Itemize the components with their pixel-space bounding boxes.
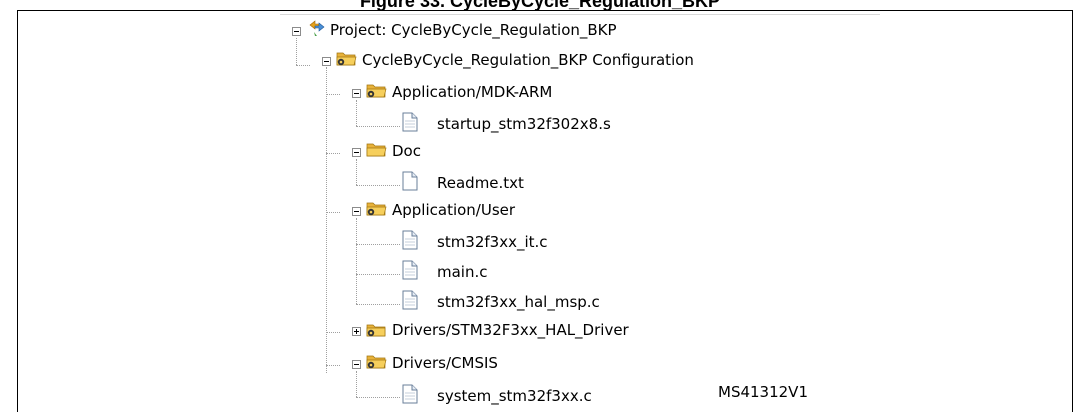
tree-node-configuration[interactable]: CycleByCycle_Regulation_BKP Configuratio… <box>362 47 694 73</box>
collapse-toggle[interactable] <box>322 57 331 66</box>
tree-line <box>356 126 400 127</box>
tree-node-startup-file[interactable]: startup_stm32f302x8.s <box>437 111 611 137</box>
tree-node-hal-msp-file[interactable]: stm32f3xx_hal_msp.c <box>437 289 600 315</box>
tree-line <box>356 244 400 245</box>
tree-line <box>356 159 357 185</box>
tree-node-label: stm32f3xx_hal_msp.c <box>437 293 600 311</box>
tree-node-it-file[interactable]: stm32f3xx_it.c <box>437 229 548 255</box>
tree-line <box>326 332 340 333</box>
tree-line <box>326 212 340 213</box>
tree-node-doc[interactable]: Doc <box>392 138 421 164</box>
tree-line <box>356 274 400 275</box>
folder-icon <box>366 140 388 163</box>
project-tree[interactable]: Project: CycleByCycle_Regulation_BKP Cyc… <box>280 14 880 412</box>
expand-toggle[interactable] <box>352 327 361 336</box>
figure-id-watermark: MS41312V1 <box>718 383 808 401</box>
tree-line <box>296 65 310 66</box>
tree-line <box>296 38 297 65</box>
tree-node-label: CycleByCycle_Regulation_BKP Configuratio… <box>362 51 694 69</box>
file-icon <box>402 230 418 255</box>
project-icon <box>306 17 328 42</box>
tree-node-label: Application/MDK-ARM <box>392 83 553 101</box>
group-folder-icon <box>366 320 388 343</box>
tree-node-main-file[interactable]: main.c <box>437 259 488 285</box>
tree-node-label: Drivers/STM32F3xx_HAL_Driver <box>392 321 629 339</box>
tree-line <box>356 218 357 304</box>
tree-node-cmsis[interactable]: Drivers/CMSIS <box>392 350 498 376</box>
tree-node-label: startup_stm32f302x8.s <box>437 115 611 133</box>
tree-node-readme[interactable]: Readme.txt <box>437 170 524 196</box>
tree-node-label: Project: CycleByCycle_Regulation_BKP <box>330 21 617 39</box>
collapse-toggle[interactable] <box>352 89 361 98</box>
file-icon <box>402 171 418 196</box>
tree-line <box>356 397 400 398</box>
group-folder-icon <box>366 81 388 104</box>
tree-node-label: Readme.txt <box>437 174 524 192</box>
tree-node-project[interactable]: Project: CycleByCycle_Regulation_BKP <box>330 17 617 43</box>
tree-panel-border <box>280 14 880 15</box>
tree-node-label: Drivers/CMSIS <box>392 354 498 372</box>
tree-line <box>326 153 340 154</box>
tree-line <box>326 94 340 95</box>
tree-line <box>326 365 340 366</box>
collapse-toggle[interactable] <box>292 27 301 36</box>
tree-node-label: stm32f3xx_it.c <box>437 233 548 251</box>
collapse-toggle[interactable] <box>352 207 361 216</box>
tree-line <box>326 67 327 373</box>
tree-node-application-user[interactable]: Application/User <box>392 197 515 223</box>
configuration-folder-icon <box>336 49 358 72</box>
group-folder-icon <box>366 352 388 375</box>
figure-frame: Figure 33. CycleByCycle_Regulation_BKP P… <box>0 0 1080 412</box>
collapse-toggle[interactable] <box>352 360 361 369</box>
file-icon <box>402 384 418 409</box>
tree-node-hal-driver[interactable]: Drivers/STM32F3xx_HAL_Driver <box>392 317 629 343</box>
tree-line <box>356 371 357 397</box>
tree-line <box>356 100 357 126</box>
tree-node-label: system_stm32f3xx.c <box>437 387 592 405</box>
tree-node-label: Application/User <box>392 201 516 219</box>
tree-line <box>356 185 400 186</box>
file-icon <box>402 290 418 315</box>
tree-line <box>356 304 400 305</box>
tree-node-system-file[interactable]: system_stm32f3xx.c <box>437 383 592 409</box>
file-icon <box>402 260 418 285</box>
tree-node-label: Doc <box>392 142 421 160</box>
tree-node-application-mdk-arm[interactable]: Application/MDK-ARM <box>392 79 552 105</box>
collapse-toggle[interactable] <box>352 148 361 157</box>
tree-node-label: main.c <box>437 263 488 281</box>
group-folder-icon <box>366 199 388 222</box>
file-icon <box>402 112 418 137</box>
